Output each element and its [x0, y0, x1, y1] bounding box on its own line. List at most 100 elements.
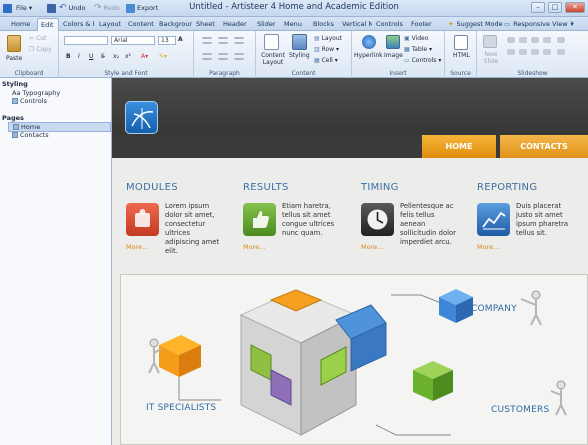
- design-canvas[interactable]: HOME CONTACTS MODULES Lorem ipsum dolor …: [112, 78, 588, 445]
- close-button[interactable]: ✕: [565, 2, 585, 13]
- tab-edit[interactable]: Edit: [37, 18, 59, 31]
- style-font-group-label: Style and Font: [104, 70, 148, 77]
- paste-icon: [7, 35, 21, 52]
- layout-icon: ▤: [314, 35, 320, 42]
- slide-option-icon[interactable]: [519, 49, 527, 55]
- responsive-view-button[interactable]: ▭ Responsive View ▾: [504, 18, 574, 30]
- align-center-icon[interactable]: [218, 53, 228, 60]
- maximize-button[interactable]: □: [548, 2, 562, 13]
- superscript-button[interactable]: x²: [125, 53, 131, 61]
- banner-label-company: COMPANY: [471, 304, 517, 314]
- paste-button[interactable]: Paste: [6, 55, 22, 63]
- tab-blocks[interactable]: Blocks: [310, 18, 338, 31]
- align-left-icon[interactable]: [202, 53, 212, 60]
- tab-background[interactable]: Backgrour: [156, 18, 192, 31]
- feature-text: Pellentesque ac felis tellus aenean soll…: [400, 202, 456, 246]
- tab-colors[interactable]: Colors & F: [60, 18, 94, 31]
- tab-label: Content: [128, 20, 154, 28]
- clock-icon: [361, 203, 394, 236]
- row-icon: ▥: [314, 46, 320, 53]
- window-title: Untitled - Artisteer 4 Home and Academic…: [189, 2, 399, 12]
- tab-sheet[interactable]: Sheet: [193, 18, 219, 31]
- cut-button[interactable]: ✂ Cut: [29, 35, 46, 43]
- slide-option-icon[interactable]: [557, 49, 565, 55]
- grow-font-button[interactable]: A: [178, 36, 183, 44]
- slide-option-icon[interactable]: [531, 37, 539, 43]
- tab-home[interactable]: Home: [8, 18, 36, 31]
- insert-group: Hyperlink Image ▣ Video ▦ Table ▾ ▭ Cont…: [352, 31, 445, 78]
- cut-label: Cut: [35, 35, 47, 42]
- minimize-button[interactable]: –: [531, 2, 545, 13]
- strikethrough-button[interactable]: S̶: [101, 53, 105, 61]
- font-size-select[interactable]: 13: [158, 36, 176, 45]
- tab-footer[interactable]: Footer: [408, 18, 436, 31]
- slide-option-icon[interactable]: [519, 37, 527, 43]
- nav-contacts[interactable]: CONTACTS: [500, 135, 588, 158]
- styling-button[interactable]: Styling: [289, 52, 310, 60]
- feature-more-link[interactable]: More...: [361, 243, 383, 251]
- help-button[interactable]: ?: [570, 18, 573, 30]
- style-select[interactable]: [64, 36, 108, 45]
- tab-label: Sheet: [196, 20, 215, 28]
- controls-icon: ▭: [404, 57, 410, 64]
- feature-more-link[interactable]: More...: [243, 243, 265, 251]
- suggest-mode-label: Suggest Mode: [456, 20, 503, 28]
- suggest-mode-button[interactable]: ✦ Suggest Mode: [448, 18, 503, 30]
- feature-more-link[interactable]: More...: [126, 243, 148, 251]
- tab-header[interactable]: Header: [220, 18, 253, 31]
- tab-controls[interactable]: Controls: [373, 18, 405, 31]
- logo-graphic: [131, 108, 154, 129]
- tab-vertical-menu[interactable]: Vertical M: [339, 18, 372, 31]
- font-color-icon: A▾: [141, 53, 149, 60]
- tab-menu[interactable]: Menu: [281, 18, 307, 31]
- ribbon-tab-bar: Home Edit Colors & F Layout Content Back…: [0, 17, 588, 31]
- font-name-select[interactable]: Arial: [111, 36, 155, 45]
- slide-option-icon[interactable]: [543, 49, 551, 55]
- tab-content[interactable]: Content: [125, 18, 155, 31]
- nav-home[interactable]: HOME: [422, 135, 496, 158]
- hyperlink-button[interactable]: Hyperlink: [354, 52, 383, 60]
- slide-option-icon[interactable]: [531, 49, 539, 55]
- cell-button[interactable]: ▦ Cell ▾: [314, 57, 338, 65]
- image-button[interactable]: Image: [384, 52, 403, 60]
- bold-button[interactable]: B: [66, 53, 71, 61]
- subscript-button[interactable]: x₂: [113, 53, 119, 61]
- html-button[interactable]: HTML: [453, 52, 470, 60]
- row-button[interactable]: ▥ Row ▾: [314, 46, 339, 54]
- banner-label-customers: CUSTOMERS: [491, 405, 550, 415]
- align-right-icon[interactable]: [234, 53, 244, 60]
- content-group: Content Layout Styling ▤ Layout ▥ Row ▾ …: [256, 31, 352, 78]
- page-item-contacts[interactable]: Contacts: [12, 131, 49, 139]
- slide-option-icon[interactable]: [543, 37, 551, 43]
- copy-button[interactable]: ❐ Copy: [29, 46, 52, 54]
- feature-more-link[interactable]: More...: [477, 243, 499, 251]
- content-layout-button[interactable]: Content Layout: [259, 52, 287, 66]
- tree-item-typography[interactable]: Aa Typography: [12, 89, 60, 97]
- highlight-button[interactable]: ✎▾: [159, 53, 167, 61]
- font-color-button[interactable]: A▾: [141, 53, 148, 61]
- feature-title: MODULES: [126, 182, 178, 193]
- chart-icon: [477, 203, 510, 236]
- cell-icon: ▦: [314, 57, 320, 64]
- new-slide-button[interactable]: New Slide: [481, 51, 501, 65]
- slide-option-icon[interactable]: [507, 49, 515, 55]
- numbering-icon[interactable]: [218, 37, 228, 44]
- page-icon: [13, 124, 19, 130]
- indent-icon[interactable]: [234, 37, 244, 44]
- tab-slider[interactable]: Slider: [254, 18, 280, 31]
- insert-group-label: Insert: [389, 70, 407, 77]
- slide-option-icon[interactable]: [507, 37, 515, 43]
- banner-illustration: [148, 289, 567, 436]
- underline-button[interactable]: U: [89, 53, 93, 61]
- tab-layout[interactable]: Layout: [96, 18, 124, 31]
- tree-item-controls[interactable]: Controls: [12, 97, 47, 105]
- title-bar: File ▾ ↶ Undo ↷ Redo Export Untitled - A…: [0, 0, 588, 17]
- slide-option-icon[interactable]: [557, 37, 565, 43]
- video-button[interactable]: ▣ Video: [404, 35, 428, 43]
- bullets-icon[interactable]: [202, 37, 212, 44]
- table-button[interactable]: ▦ Table ▾: [404, 46, 432, 54]
- italic-button[interactable]: I: [78, 53, 80, 61]
- controls-button[interactable]: ▭ Controls ▾: [404, 57, 441, 65]
- image-icon: [386, 35, 400, 49]
- layout-button[interactable]: ▤ Layout: [314, 35, 342, 43]
